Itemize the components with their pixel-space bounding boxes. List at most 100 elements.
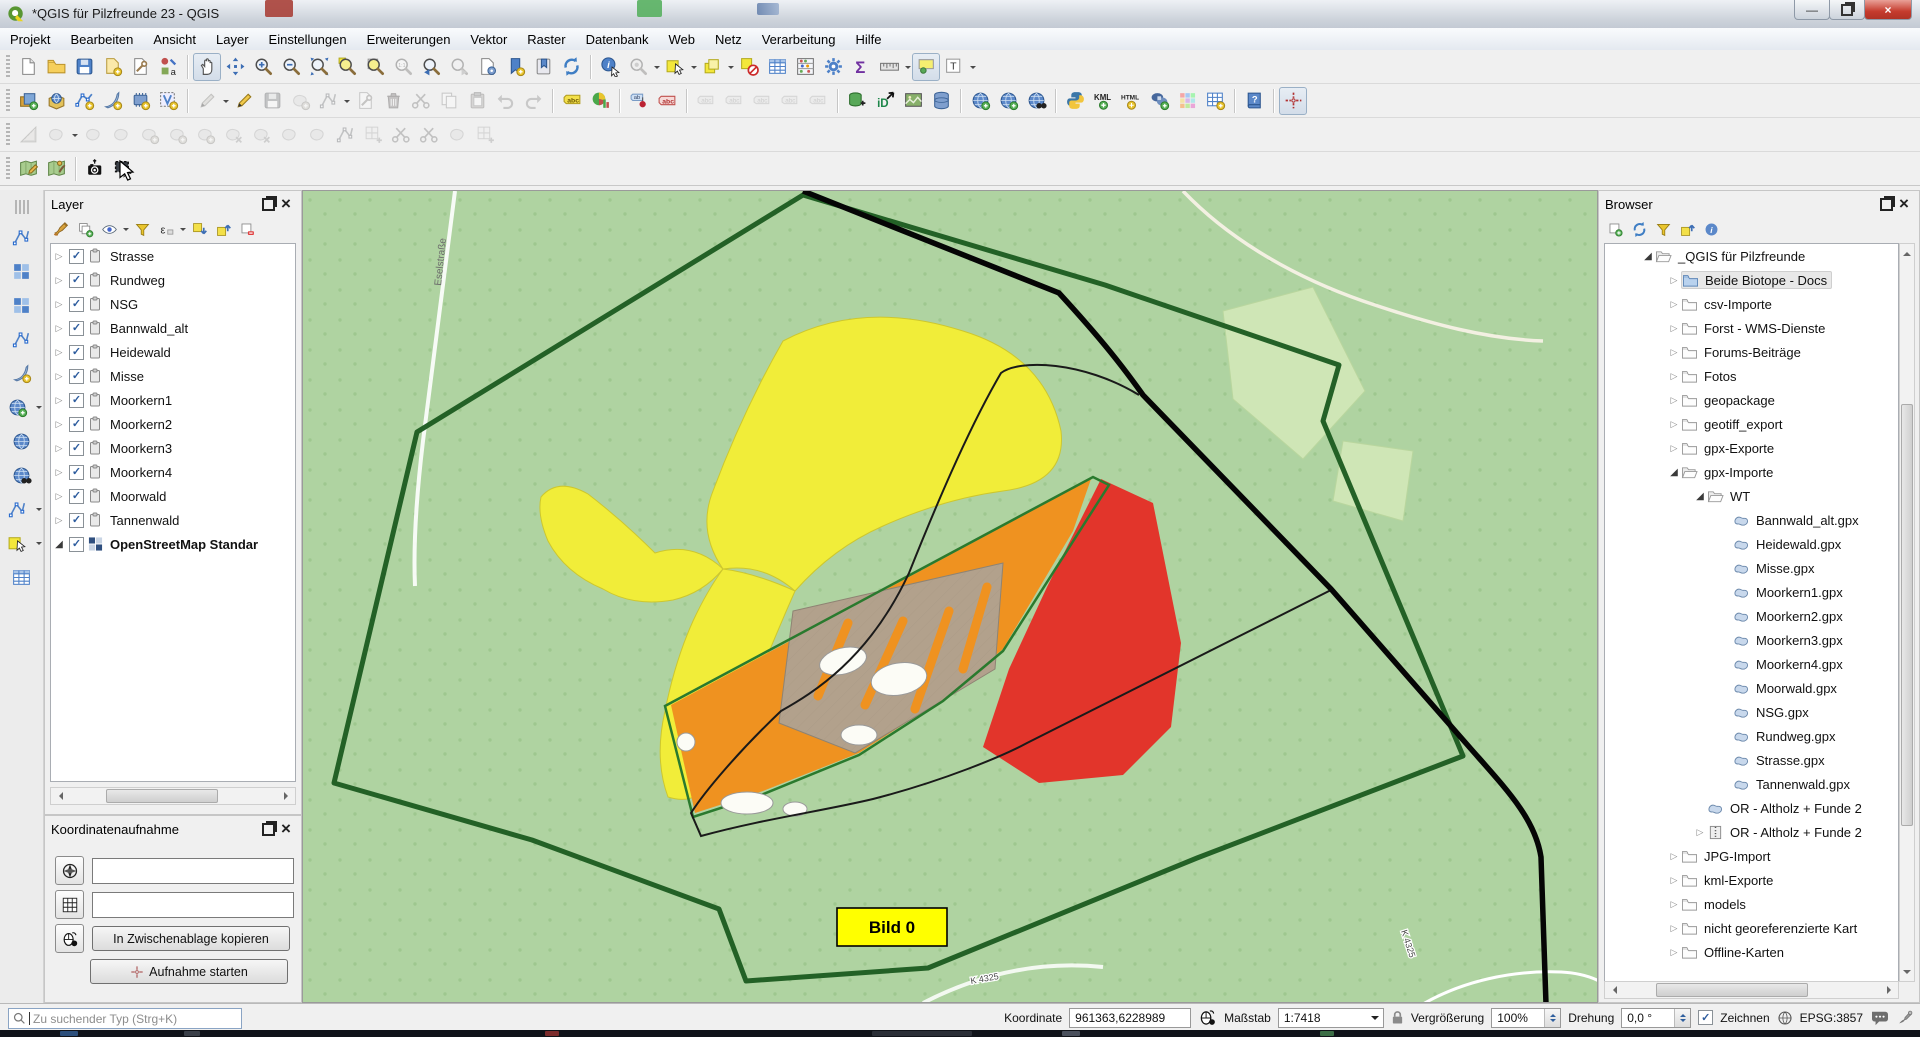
- collapse-arrow[interactable]: ◢: [1693, 491, 1707, 502]
- layer-item[interactable]: ▷✓Moorkern1: [51, 388, 295, 412]
- layer-item[interactable]: ▷✓Misse: [51, 364, 295, 388]
- highlight-pinned-labels-button[interactable]: abc: [653, 87, 681, 115]
- refresh-map-button[interactable]: [557, 53, 585, 81]
- expand-arrow[interactable]: ▷: [1693, 827, 1707, 838]
- expand-arrow[interactable]: ▷: [51, 419, 67, 430]
- layer-checkbox[interactable]: ✓: [69, 465, 84, 480]
- browser-tree-item[interactable]: Heidewald.gpx: [1605, 532, 1898, 556]
- coordinate-field-grid[interactable]: [92, 892, 294, 918]
- spin-arrows[interactable]: [1674, 1009, 1690, 1027]
- menu-netz[interactable]: Netz: [705, 29, 752, 50]
- layer-item[interactable]: ▷✓Rundweg: [51, 268, 295, 292]
- expand-arrow[interactable]: ▷: [1667, 275, 1681, 286]
- lock-icon[interactable]: [1391, 1010, 1404, 1025]
- layer-item[interactable]: ▷✓NSG: [51, 292, 295, 316]
- expand-arrow[interactable]: ▷: [1667, 395, 1681, 406]
- dropdown-arrow-icon[interactable]: [34, 394, 43, 420]
- layer-checkbox[interactable]: ✓: [69, 297, 84, 312]
- new-project-button[interactable]: [14, 53, 42, 81]
- expand-arrow[interactable]: ▷: [1667, 899, 1681, 910]
- expand-arrow[interactable]: ▷: [51, 347, 67, 358]
- browser-tree-item[interactable]: Moorkern4.gpx: [1605, 652, 1898, 676]
- spin-arrows[interactable]: [1544, 1009, 1560, 1027]
- coordinate-field-crs[interactable]: [92, 858, 294, 884]
- expand-arrow[interactable]: ▷: [51, 515, 67, 526]
- expand-arrow[interactable]: ▷: [1667, 347, 1681, 358]
- layer-checkbox[interactable]: ✓: [69, 513, 84, 528]
- digitize-curve-button[interactable]: [8, 325, 36, 353]
- expand-arrow[interactable]: ▷: [51, 491, 67, 502]
- expand-arrow[interactable]: ▷: [51, 371, 67, 382]
- vector-tools-button[interactable]: [3, 495, 31, 523]
- menu-erweiterungen[interactable]: Erweiterungen: [357, 29, 461, 50]
- scroll-left-arrow[interactable]: [51, 789, 66, 803]
- browser-tree-item[interactable]: ▷models: [1605, 892, 1898, 916]
- layer-checkbox[interactable]: ✓: [69, 393, 84, 408]
- zoom-last-button[interactable]: [417, 53, 445, 81]
- zoom-to-layer-button[interactable]: [361, 53, 389, 81]
- layer-item[interactable]: ◢✓OpenStreetMap Standar: [51, 532, 295, 556]
- close-button[interactable]: ×: [1864, 0, 1912, 20]
- digitize-polyline-button[interactable]: [8, 223, 36, 251]
- layer-to-db-button[interactable]: [843, 87, 871, 115]
- osm-place-search-button[interactable]: [14, 155, 42, 183]
- expand-arrow[interactable]: ▷: [1667, 323, 1681, 334]
- menu-web[interactable]: Web: [658, 29, 705, 50]
- pan-to-selection-button[interactable]: [221, 53, 249, 81]
- browser-tree-item[interactable]: ▷csv-Importe: [1605, 292, 1898, 316]
- layout-manager-button[interactable]: [126, 53, 154, 81]
- identify-features-button[interactable]: i: [596, 53, 624, 81]
- menu-bearbeiten[interactable]: Bearbeiten: [60, 29, 143, 50]
- open-project-button[interactable]: [42, 53, 70, 81]
- browser-tree-item[interactable]: Moorwald.gpx: [1605, 676, 1898, 700]
- dropdown-arrow-icon[interactable]: [34, 496, 43, 522]
- browser-tree-item[interactable]: ◢_QGIS für Pilzfreunde: [1605, 244, 1898, 268]
- chevron-down-icon[interactable]: [1367, 1012, 1383, 1024]
- menu-raster[interactable]: Raster: [517, 29, 575, 50]
- expand-arrow[interactable]: ▷: [51, 443, 67, 454]
- filter-by-expression-button[interactable]: ε: [154, 217, 178, 241]
- select-tools-button[interactable]: [3, 529, 31, 557]
- web-globe-button[interactable]: [8, 427, 36, 455]
- scroll-right-arrow[interactable]: [280, 789, 295, 803]
- kml-export-button[interactable]: KML: [1089, 87, 1117, 115]
- expand-arrow[interactable]: ▷: [1667, 299, 1681, 310]
- log-messages-icon[interactable]: [1870, 1010, 1890, 1026]
- browser-tree-item[interactable]: ▷Forst - WMS-Dienste: [1605, 316, 1898, 340]
- menu-projekt[interactable]: Projekt: [0, 29, 60, 50]
- expand-arrow[interactable]: ▷: [1667, 443, 1681, 454]
- expand-arrow[interactable]: ▷: [1667, 419, 1681, 430]
- import-photos-button[interactable]: [81, 155, 109, 183]
- close-panel-button[interactable]: ×: [277, 820, 295, 838]
- float-panel-button[interactable]: [1877, 195, 1895, 213]
- data-source-manager-button[interactable]: [14, 87, 42, 115]
- map-tips-button[interactable]: [912, 53, 940, 81]
- metasearch-button[interactable]: [1022, 87, 1050, 115]
- table-tools-button[interactable]: [8, 563, 36, 591]
- toggle-editing-button[interactable]: [230, 87, 258, 115]
- add-group-button[interactable]: [73, 217, 97, 241]
- locator-search-input[interactable]: Zu suchender Typ (Strg+K): [8, 1008, 242, 1029]
- expand-arrow[interactable]: ▷: [51, 251, 67, 262]
- help-contents-button[interactable]: ?: [1240, 87, 1268, 115]
- dropdown-arrow-icon[interactable]: [178, 216, 187, 242]
- map-canvas[interactable]: Eselstraße K 4325 K 4325 Bild 0: [302, 190, 1598, 1003]
- grid-coordinate-button[interactable]: [55, 890, 84, 919]
- new-table-button[interactable]: [1201, 87, 1229, 115]
- browser-tree-item[interactable]: ◢WT: [1605, 484, 1898, 508]
- layer-checkbox[interactable]: ✓: [69, 441, 84, 456]
- track-mouse-button[interactable]: [55, 924, 84, 953]
- browser-tree-item[interactable]: ◢gpx-Importe: [1605, 460, 1898, 484]
- minimize-button[interactable]: —: [1794, 0, 1830, 20]
- show-bookmarks-button[interactable]: [529, 53, 557, 81]
- browser-tree-item[interactable]: ▷gpx-Exporte: [1605, 436, 1898, 460]
- crs-coordinate-button[interactable]: [55, 856, 84, 885]
- browser-tree-item[interactable]: ▷Forums-Beiträge: [1605, 340, 1898, 364]
- layer-item[interactable]: ▷✓Bannwald_alt: [51, 316, 295, 340]
- filter-browser-button[interactable]: [1651, 217, 1675, 241]
- float-panel-button[interactable]: [259, 820, 277, 838]
- dropdown-arrow-icon[interactable]: [221, 88, 230, 114]
- coordinate-value-field[interactable]: 961363,6228989: [1069, 1008, 1191, 1028]
- crs-value[interactable]: EPSG:3857: [1800, 1011, 1863, 1025]
- add-wms-layer-button[interactable]: [966, 87, 994, 115]
